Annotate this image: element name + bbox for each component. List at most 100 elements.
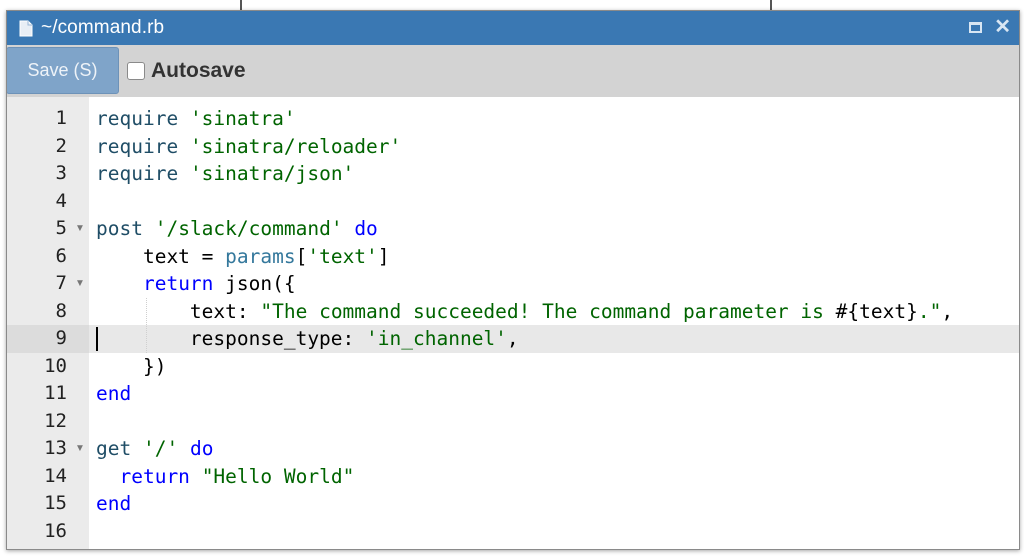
line-number: 8: [55, 299, 67, 322]
code-token: '/': [142, 437, 179, 460]
code-token: ]: [377, 244, 390, 268]
code-line[interactable]: 7 ▼ return json({: [7, 270, 1019, 298]
autosave-toggle[interactable]: Autosave: [127, 59, 246, 83]
code-text: require 'sinatra': [96, 105, 296, 133]
line-number: 12: [44, 409, 67, 432]
line-number: 6: [55, 244, 67, 267]
code-text: end: [96, 380, 131, 408]
code-token: 'sinatra': [189, 107, 296, 130]
code-line[interactable]: 11 end: [7, 380, 1019, 408]
code-line[interactable]: 2 require 'sinatra/reloader': [7, 133, 1019, 161]
code-token: end: [96, 492, 132, 515]
code-token: [: [295, 244, 308, 268]
code-text: end: [96, 490, 131, 518]
code-token: 'text': [307, 244, 378, 268]
code-token: text =: [96, 244, 226, 268]
code-line[interactable]: 16: [7, 518, 1019, 546]
code-text: text: "The command succeeded! The comman…: [96, 298, 953, 326]
code-line[interactable]: 13 ▼ get '/' do: [7, 435, 1019, 463]
code-token: "The command succeeded! The command para…: [260, 299, 836, 323]
text-cursor: [96, 327, 98, 351]
code-text: require 'sinatra/json': [96, 160, 354, 188]
code-token: 'sinatra/json': [189, 162, 355, 185]
code-line[interactable]: 5 ▼ post '/slack/command' do: [7, 215, 1019, 243]
code-token: require: [96, 107, 179, 130]
line-number: 11: [44, 382, 67, 404]
code-token: do: [189, 437, 214, 460]
line-number: 10: [44, 354, 67, 377]
window-title: ~/command.rb: [41, 17, 165, 38]
code-token: '/slack/command': [154, 217, 343, 240]
code-text: text = params['text']: [96, 243, 390, 271]
code-token: post: [96, 217, 143, 240]
code-text: post '/slack/command' do: [96, 215, 378, 243]
line-number: 14: [44, 464, 67, 487]
autosave-checkbox[interactable]: [127, 62, 145, 80]
code-text: get '/' do: [96, 435, 213, 463]
code-token: 'sinatra/reloader': [189, 134, 402, 158]
code-token: return: [119, 464, 190, 488]
code-token: response_type:: [96, 327, 367, 350]
code-token: end: [96, 382, 132, 405]
fold-arrow-icon[interactable]: ▼: [75, 435, 85, 463]
code-token: return: [142, 272, 214, 295]
code-line[interactable]: 10 }): [7, 353, 1019, 381]
file-icon: [19, 20, 33, 37]
code-line[interactable]: 12: [7, 408, 1019, 436]
line-number: 16: [44, 519, 67, 542]
code-line[interactable]: 14 return "Hello World": [7, 463, 1019, 491]
indent-guide: [146, 297, 147, 353]
save-button[interactable]: Save (S): [7, 47, 119, 94]
autosave-label: Autosave: [151, 59, 246, 82]
code-text: }): [96, 353, 167, 381]
code-token: require: [96, 134, 179, 158]
code-token: params: [225, 244, 296, 268]
code-line[interactable]: 15 end: [7, 490, 1019, 518]
fold-arrow-icon[interactable]: ▼: [75, 270, 85, 298]
code-text: require 'sinatra/reloader': [96, 133, 401, 161]
code-text: response_type: 'in_channel',: [96, 325, 519, 353]
close-icon[interactable]: ✕: [994, 17, 1011, 37]
code-text: return json({: [96, 270, 296, 298]
line-number: 15: [44, 492, 67, 514]
code-token: "Hello World": [201, 464, 355, 488]
line-number: 3: [55, 162, 67, 184]
toolbar: Save (S) Autosave: [7, 45, 1019, 97]
code-line[interactable]: 1 require 'sinatra': [7, 105, 1019, 133]
code-line[interactable]: 3 require 'sinatra/json': [7, 160, 1019, 188]
line-number: 9: [7, 325, 89, 353]
code-line[interactable]: 4: [7, 188, 1019, 216]
code-line[interactable]: 8 text: "The command succeeded! The comm…: [7, 298, 1019, 326]
editor-window: ~/command.rb ✕ Save (S) Autosave 1 requir…: [6, 10, 1020, 550]
save-button-label: Save (S): [27, 60, 98, 80]
code-token: .": [917, 299, 942, 323]
code-token: json({: [213, 272, 296, 295]
code-token: ,: [941, 299, 954, 323]
code-text: return "Hello World": [96, 463, 354, 491]
code-editor[interactable]: 1 require 'sinatra' 2 require 'sinatra/relo…: [7, 97, 1019, 549]
code-line[interactable]: 9 response_type: 'in_channel',: [7, 325, 1019, 353]
code-token: ,: [506, 327, 519, 350]
title-bar[interactable]: ~/command.rb ✕: [7, 11, 1019, 45]
line-number: 1: [55, 107, 67, 129]
fold-arrow-icon[interactable]: ▼: [75, 215, 85, 243]
code-token: text:: [96, 299, 261, 323]
code-token: 'in_channel': [366, 327, 507, 350]
line-number: 4: [55, 189, 67, 212]
code-token: #{text}: [835, 299, 918, 323]
maximize-icon[interactable]: [969, 21, 983, 33]
code-token: do: [354, 217, 378, 240]
line-number: 2: [55, 134, 67, 157]
code-line[interactable]: 6 text = params['text']: [7, 243, 1019, 271]
code-token: require: [96, 162, 179, 185]
